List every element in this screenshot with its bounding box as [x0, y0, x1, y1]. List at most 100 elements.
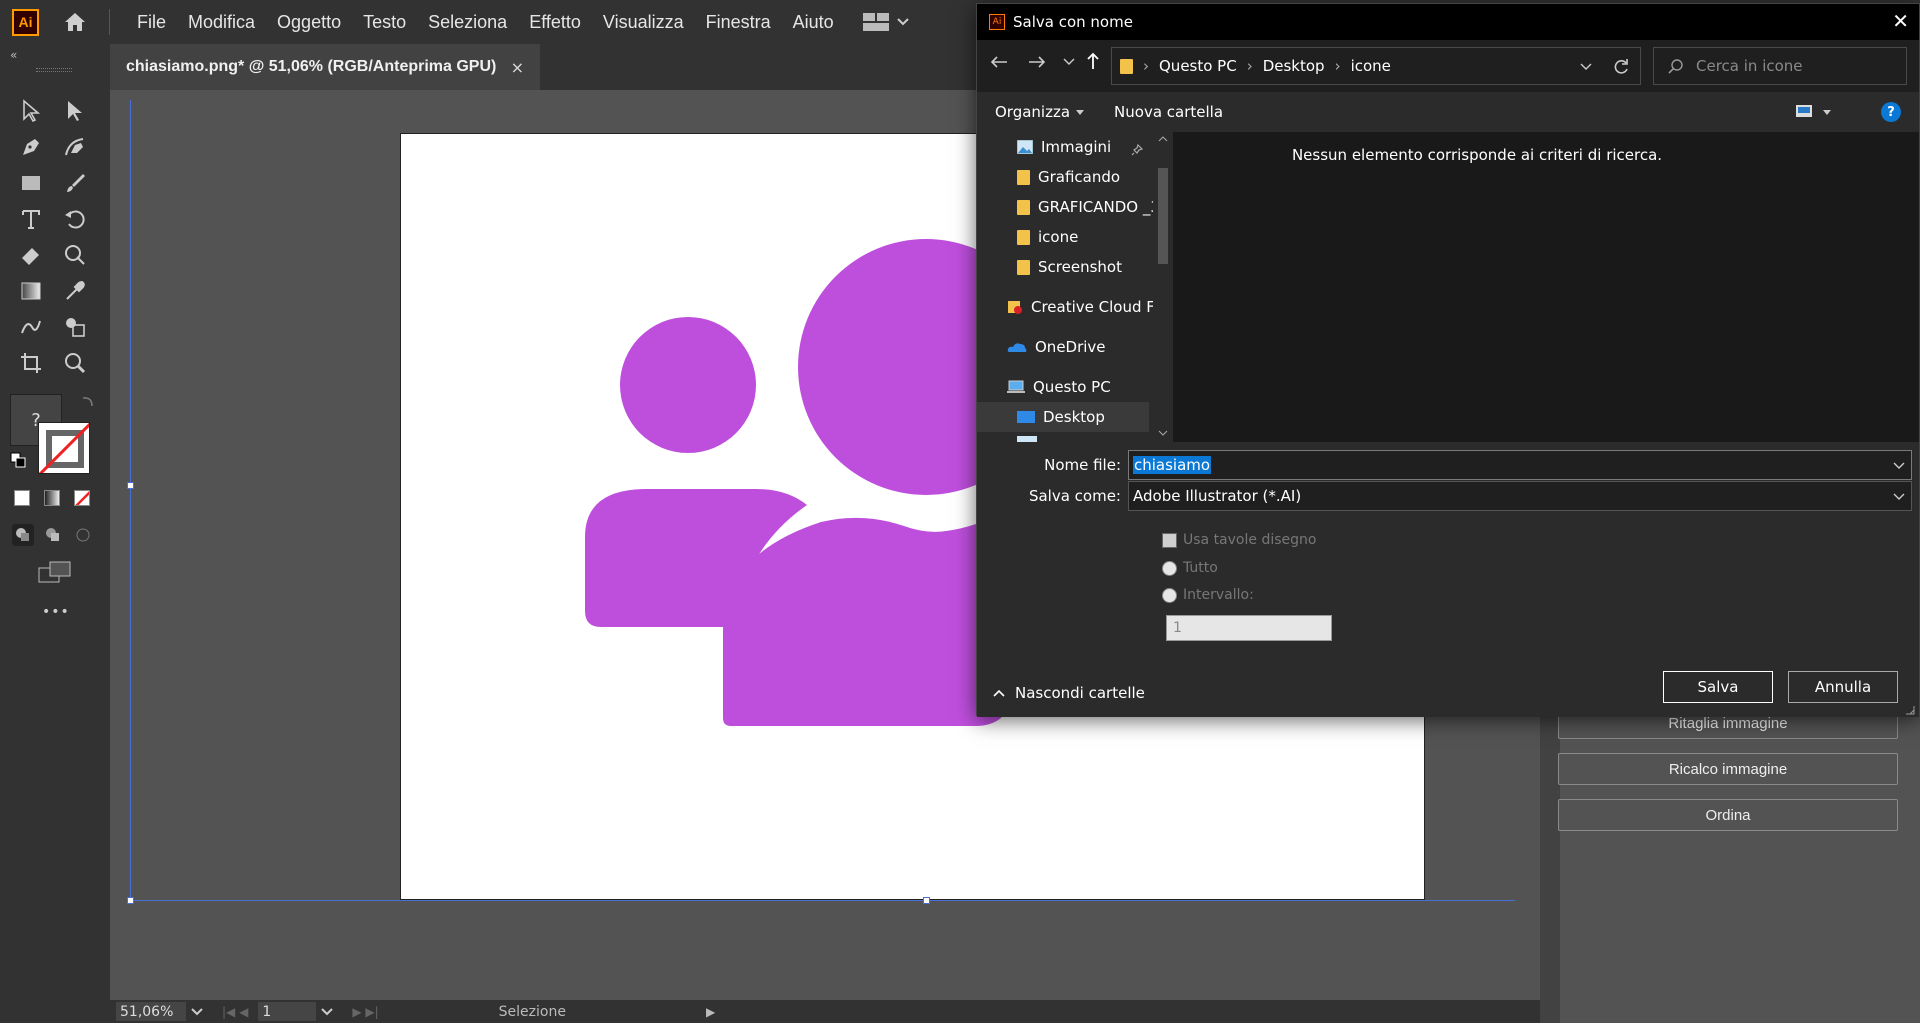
breadcrumb-desktop[interactable]: Desktop	[1263, 57, 1325, 75]
new-folder-button[interactable]: Nuova cartella	[1114, 103, 1223, 121]
curvature-tool-icon[interactable]	[60, 132, 90, 162]
menu-oggetto[interactable]: Oggetto	[266, 12, 352, 33]
search-box[interactable]: Cerca in icone	[1653, 47, 1907, 85]
view-options-icon[interactable]	[1795, 104, 1813, 118]
scrollbar-thumb[interactable]	[1158, 168, 1168, 264]
play-icon[interactable]: ▶	[706, 1005, 715, 1019]
document-tab[interactable]: chiasiamo.png* @ 51,06% (RGB/Anteprima G…	[110, 44, 540, 90]
menu-testo[interactable]: Testo	[352, 12, 417, 33]
artboard-number-field[interactable]: 1	[258, 1002, 317, 1021]
menu-visualizza[interactable]: Visualizza	[592, 12, 695, 33]
chevron-down-icon[interactable]	[1063, 58, 1075, 66]
folder-icon	[1017, 259, 1030, 275]
chevron-down-icon[interactable]	[316, 1006, 338, 1018]
pin-icon[interactable]	[1131, 144, 1143, 156]
shape-builder-tool-icon[interactable]	[60, 312, 90, 342]
close-icon[interactable]: ✕	[1892, 9, 1909, 33]
filename-input[interactable]: chiasiamo	[1128, 450, 1912, 480]
rectangle-tool-icon[interactable]	[16, 168, 46, 198]
panel-grip[interactable]	[36, 68, 72, 72]
caret-down-icon[interactable]	[1823, 110, 1831, 115]
paintbrush-tool-icon[interactable]	[60, 168, 90, 198]
nav-item-screenshot[interactable]: Screenshot	[1017, 258, 1122, 276]
stroke-swatch[interactable]	[38, 422, 90, 474]
draw-normal-icon[interactable]	[12, 524, 34, 546]
default-colors-icon[interactable]	[10, 452, 26, 468]
next-artboard-icon[interactable]: ▶ ▶|	[352, 1005, 378, 1019]
all-radio[interactable]: Tutto	[1162, 560, 1218, 576]
image-trace-button[interactable]: Ricalco immagine	[1558, 753, 1898, 785]
savetype-select[interactable]: Adobe Illustrator (*.AI)	[1128, 481, 1912, 511]
nav-item-onedrive[interactable]: OneDrive	[1007, 338, 1106, 356]
dialog-titlebar[interactable]: Ai Salva con nome ✕	[977, 4, 1919, 40]
scroll-down-icon[interactable]	[1158, 430, 1168, 436]
menu-modifica[interactable]: Modifica	[177, 12, 266, 33]
chevron-down-icon[interactable]	[186, 1006, 208, 1018]
menu-aiuto[interactable]: Aiuto	[782, 12, 845, 33]
menu-file[interactable]: File	[126, 12, 177, 33]
file-list[interactable]: Nessun elemento corrisponde ai criteri d…	[1173, 132, 1919, 442]
breadcrumb-questo-pc[interactable]: Questo PC	[1159, 57, 1237, 75]
nav-item-graficando-3[interactable]: GRAFICANDO _3	[1017, 198, 1160, 216]
chevron-down-icon[interactable]	[1580, 63, 1592, 71]
pen-tool-icon[interactable]	[16, 132, 46, 162]
gradient-tool-icon[interactable]	[16, 276, 46, 306]
arrange-button[interactable]: Ordina	[1558, 799, 1898, 831]
cancel-button[interactable]: Annulla	[1788, 671, 1898, 703]
zoom-tool-icon[interactable]	[60, 348, 90, 378]
use-artboards-checkbox[interactable]: Usa tavole disegno	[1162, 532, 1316, 548]
chevron-down-icon[interactable]	[1893, 493, 1905, 501]
selection-handle[interactable]	[127, 897, 134, 904]
breadcrumb-icone[interactable]: icone	[1351, 57, 1391, 75]
nav-item-graficando[interactable]: Graficando	[1017, 168, 1120, 186]
draw-behind-icon[interactable]	[42, 524, 64, 546]
rotate-tool-icon[interactable]	[60, 204, 90, 234]
range-radio[interactable]: Intervallo:	[1162, 587, 1254, 603]
chevron-down-icon[interactable]	[1893, 462, 1905, 470]
draw-inside-icon[interactable]	[72, 524, 94, 546]
home-icon[interactable]	[61, 8, 89, 36]
puppet-warp-tool-icon[interactable]	[60, 240, 90, 270]
collapse-panel-icon[interactable]: «	[10, 48, 17, 62]
range-input[interactable]: 1	[1166, 615, 1332, 641]
nav-item-questo-pc[interactable]: Questo PC	[1007, 378, 1111, 396]
eyedropper-tool-icon[interactable]	[60, 276, 90, 306]
scroll-up-icon[interactable]	[1158, 136, 1168, 142]
nav-item-desktop[interactable]: Desktop	[1017, 408, 1105, 426]
help-icon[interactable]: ?	[1881, 102, 1901, 122]
more-tools-icon[interactable]: •••	[42, 604, 70, 620]
first-artboard-icon[interactable]: |◀ ◀	[222, 1005, 248, 1019]
workspace-switcher[interactable]	[862, 13, 909, 31]
hide-folders-toggle[interactable]: Nascondi cartelle	[993, 684, 1145, 702]
nav-item-immagini[interactable]: Immagini	[1017, 138, 1111, 156]
blend-tool-icon[interactable]	[16, 312, 46, 342]
menu-finestra[interactable]: Finestra	[695, 12, 782, 33]
refresh-icon[interactable]	[1612, 58, 1630, 76]
screen-mode-icon[interactable]	[38, 560, 72, 584]
back-arrow-icon[interactable]	[989, 54, 1009, 70]
none-mode-icon[interactable]	[74, 490, 90, 506]
nav-item-creative-cloud[interactable]: Creative Cloud Files	[1007, 298, 1173, 316]
type-tool-icon[interactable]	[16, 204, 46, 234]
swap-fill-stroke-icon[interactable]	[80, 394, 96, 410]
eraser-tool-icon[interactable]	[16, 240, 46, 270]
resize-grip-icon[interactable]	[1905, 705, 1915, 715]
address-bar[interactable]: › Questo PC › Desktop › icone	[1111, 47, 1641, 85]
menu-seleziona[interactable]: Seleziona	[417, 12, 518, 33]
direct-selection-tool-icon[interactable]	[60, 96, 90, 126]
zoom-field[interactable]: 51,06%	[116, 1002, 186, 1021]
selection-handle[interactable]	[923, 897, 930, 904]
up-arrow-icon[interactable]	[1085, 52, 1101, 70]
nav-item-icone[interactable]: icone	[1017, 228, 1078, 246]
selection-tool-icon[interactable]	[16, 96, 46, 126]
close-tab-icon[interactable]: ×	[511, 58, 524, 77]
color-mode-icon[interactable]	[14, 490, 30, 506]
forward-arrow-icon[interactable]	[1027, 54, 1047, 70]
artboard-tool-icon[interactable]	[16, 348, 46, 378]
selection-handle[interactable]	[127, 482, 134, 489]
menu-effetto[interactable]: Effetto	[518, 12, 592, 33]
nav-scrollbar[interactable]	[1153, 132, 1173, 442]
organize-button[interactable]: Organizza	[995, 103, 1070, 121]
save-button[interactable]: Salva	[1663, 671, 1773, 703]
gradient-mode-icon[interactable]	[44, 490, 60, 506]
